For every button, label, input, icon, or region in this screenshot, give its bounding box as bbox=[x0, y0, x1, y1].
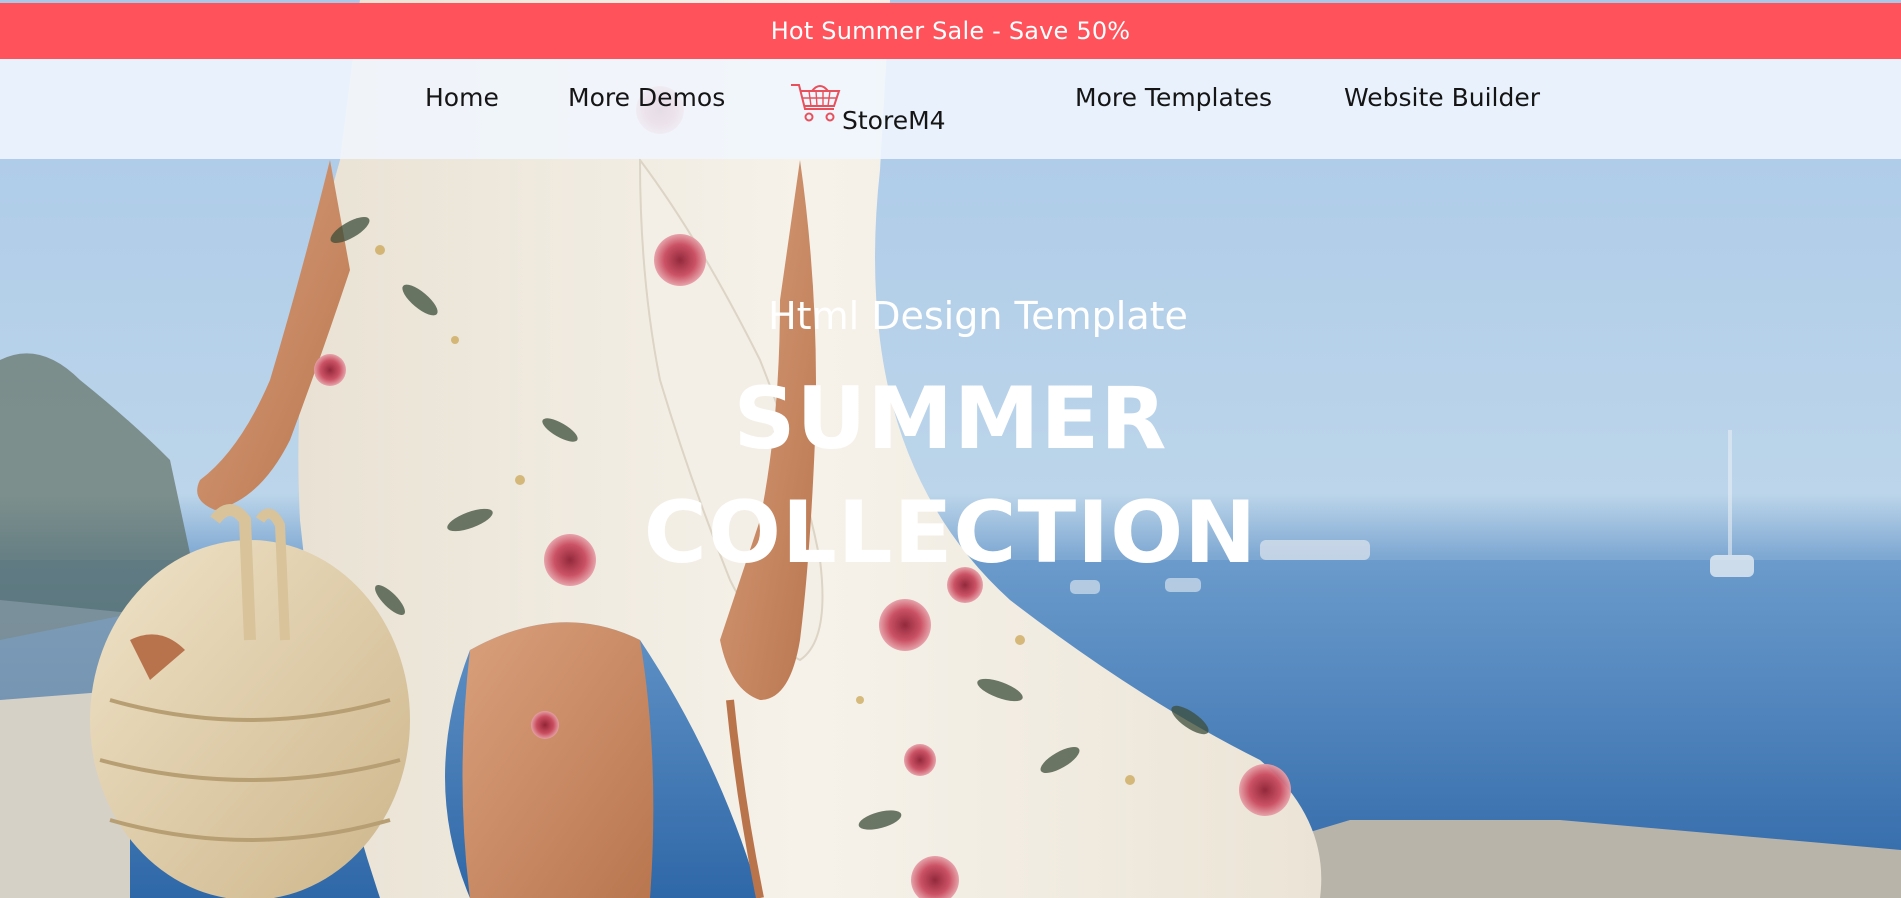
nav-link-website-builder[interactable]: Website Builder bbox=[1344, 83, 1540, 112]
shopping-cart-icon bbox=[790, 79, 842, 125]
hero-title-line-1: SUMMER bbox=[733, 369, 1168, 469]
nav-link-more-demos[interactable]: More Demos bbox=[568, 83, 725, 112]
main-nav: Home More Demos StoreM4 More Templates W… bbox=[0, 59, 1901, 159]
hero-title-line-2: COLLECTION bbox=[643, 483, 1258, 583]
brand-name: StoreM4 bbox=[842, 106, 946, 135]
promo-banner: Hot Summer Sale - Save 50% bbox=[0, 3, 1901, 59]
nav-link-more-templates[interactable]: More Templates bbox=[1075, 83, 1272, 112]
landing-page: Hot Summer Sale - Save 50% Home More Dem… bbox=[0, 0, 1901, 898]
hero-subtitle: Html Design Template bbox=[768, 294, 1188, 338]
brand-logo[interactable]: StoreM4 bbox=[790, 79, 960, 149]
hero-title: SUMMER COLLECTION bbox=[0, 362, 1901, 590]
promo-text: Hot Summer Sale - Save 50% bbox=[770, 17, 1131, 45]
nav-link-home[interactable]: Home bbox=[425, 83, 499, 112]
